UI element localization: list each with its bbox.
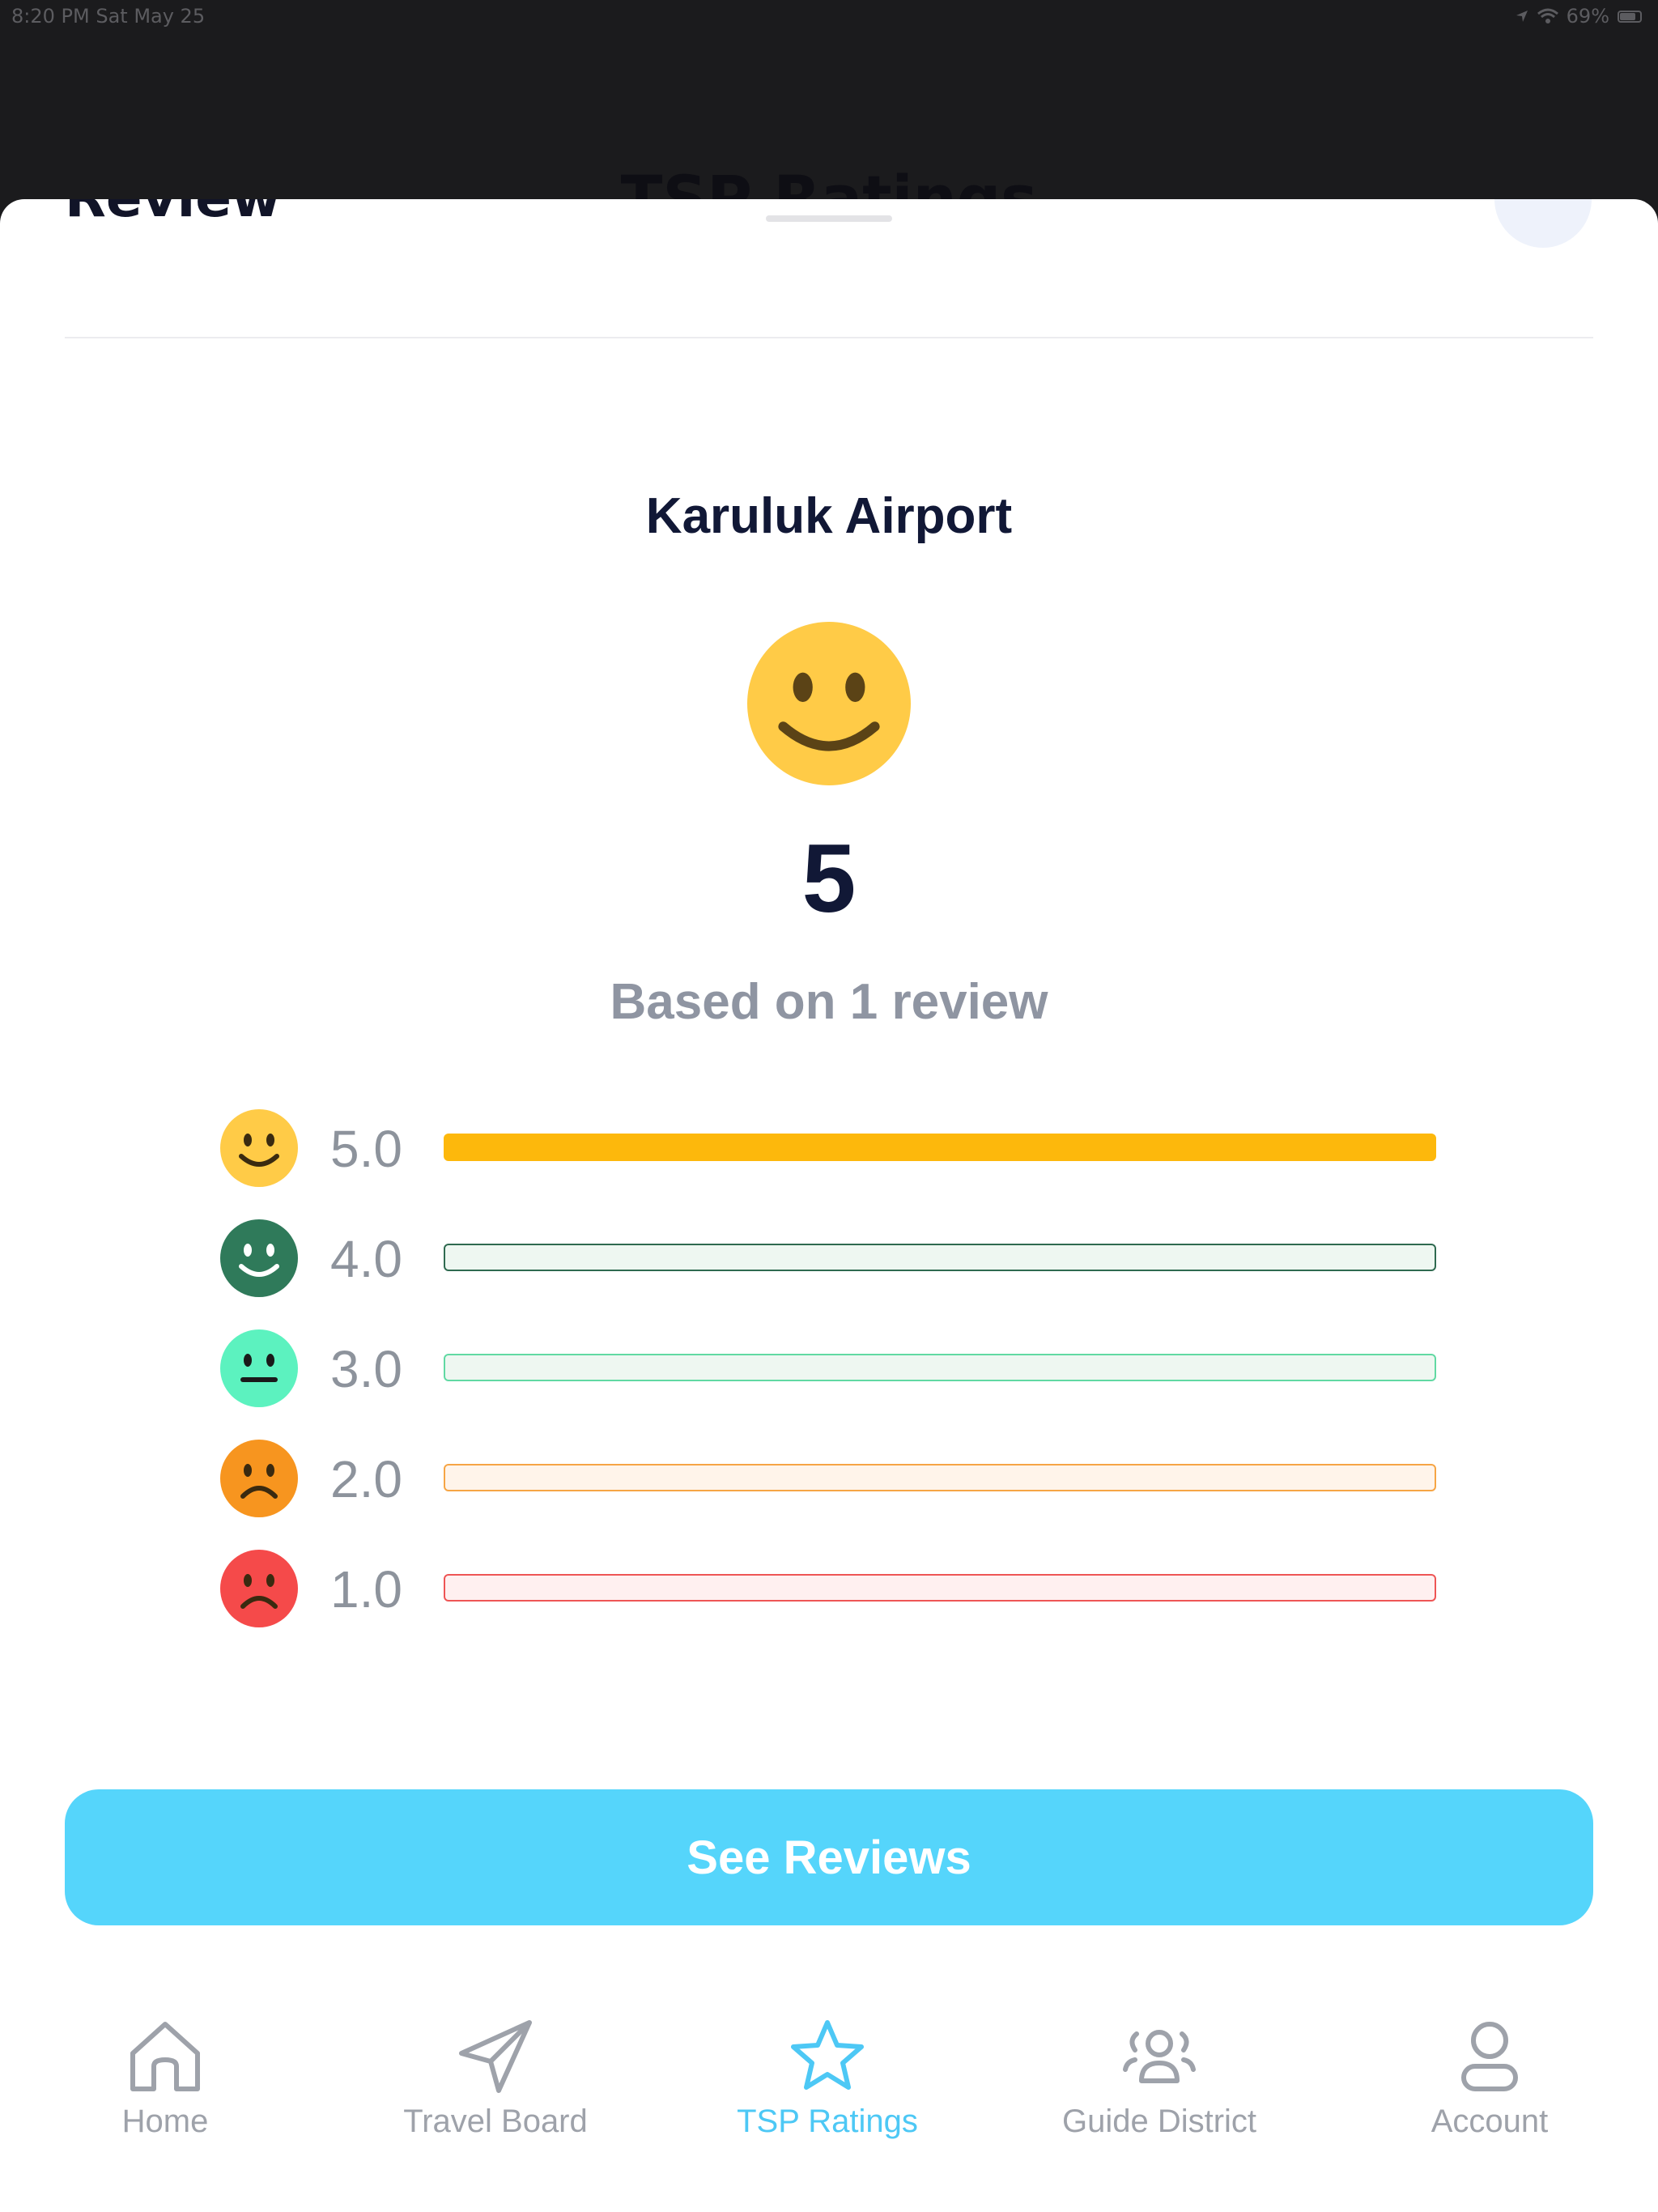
rating-value-label: 1.0 (330, 1560, 402, 1619)
rating-row: 4.0 (219, 1218, 1449, 1299)
tab-tsp-ratings[interactable]: TSP Ratings (665, 1997, 989, 2159)
sheet-grabber[interactable] (766, 215, 892, 222)
tab-guide-district[interactable]: Guide District (997, 1997, 1321, 2159)
rating-row: 3.0 (219, 1328, 1449, 1409)
rating-bar-track (444, 1134, 1436, 1161)
rating-value-label: 2.0 (330, 1450, 402, 1508)
star-icon (791, 2020, 864, 2090)
tab-bar: Home Travel Board TSP Ratings Guide Dist… (0, 1997, 1658, 2212)
rating-bar-track (444, 1354, 1436, 1381)
header-divider (65, 337, 1593, 338)
user-icon (1461, 2022, 1518, 2091)
rating-value-label: 4.0 (330, 1230, 402, 1288)
rating-row: 1.0 (219, 1548, 1449, 1629)
tab-travel-board[interactable]: Travel Board (334, 1997, 657, 2159)
home-icon (130, 2022, 200, 2091)
tab-account[interactable]: Account (1328, 1997, 1652, 2159)
tab-home-label: Home (121, 2104, 209, 2139)
overall-score: 5 (801, 824, 857, 933)
tab-guide-district-label: Guide District (1061, 2104, 1257, 2139)
rating-bar-track (444, 1574, 1436, 1602)
status-right: 69% (1515, 5, 1642, 28)
tab-tsp-ratings-label: TSP Ratings (737, 2104, 918, 2139)
see-reviews-button[interactable]: See Reviews (65, 1789, 1593, 1925)
sad-face-icon (220, 1550, 298, 1627)
close-button[interactable] (1494, 199, 1592, 248)
location-icon (1516, 11, 1528, 22)
rating-value-label: 5.0 (330, 1120, 402, 1178)
rating-bar-fill (445, 1135, 1435, 1159)
tab-home[interactable]: Home (3, 1997, 327, 2159)
happy-face-icon (220, 1219, 298, 1297)
battery-icon (1618, 10, 1642, 23)
smiley-face-icon (747, 622, 911, 785)
rating-bar-track (444, 1464, 1436, 1491)
neutral-face-icon (220, 1329, 298, 1407)
sad-face-icon (220, 1440, 298, 1517)
tab-account-label: Account (1431, 2104, 1549, 2139)
paper-plane-icon (459, 2020, 532, 2093)
status-bar: 8:20 PM Sat May 25 69% (0, 0, 1658, 32)
rating-row: 5.0 (219, 1108, 1449, 1189)
tab-travel-board-label: Travel Board (403, 2104, 588, 2139)
sheet-header-title: Review (65, 199, 281, 229)
status-time: 8:20 PM Sat May 25 (11, 5, 206, 28)
rating-sheet: Review Karuluk Airport 5 Based on 1 revi… (0, 199, 1658, 2212)
rating-row: 2.0 (219, 1438, 1449, 1519)
provider-name: Karuluk Airport (645, 488, 1013, 544)
review-count: Based on 1 review (610, 974, 1048, 1030)
rating-bar-track (444, 1244, 1436, 1271)
battery-percent: 69% (1566, 5, 1609, 28)
happy-face-icon (220, 1109, 298, 1187)
rating-value-label: 3.0 (330, 1340, 402, 1398)
wifi-icon (1537, 8, 1558, 23)
people-group-icon (1123, 2030, 1196, 2083)
